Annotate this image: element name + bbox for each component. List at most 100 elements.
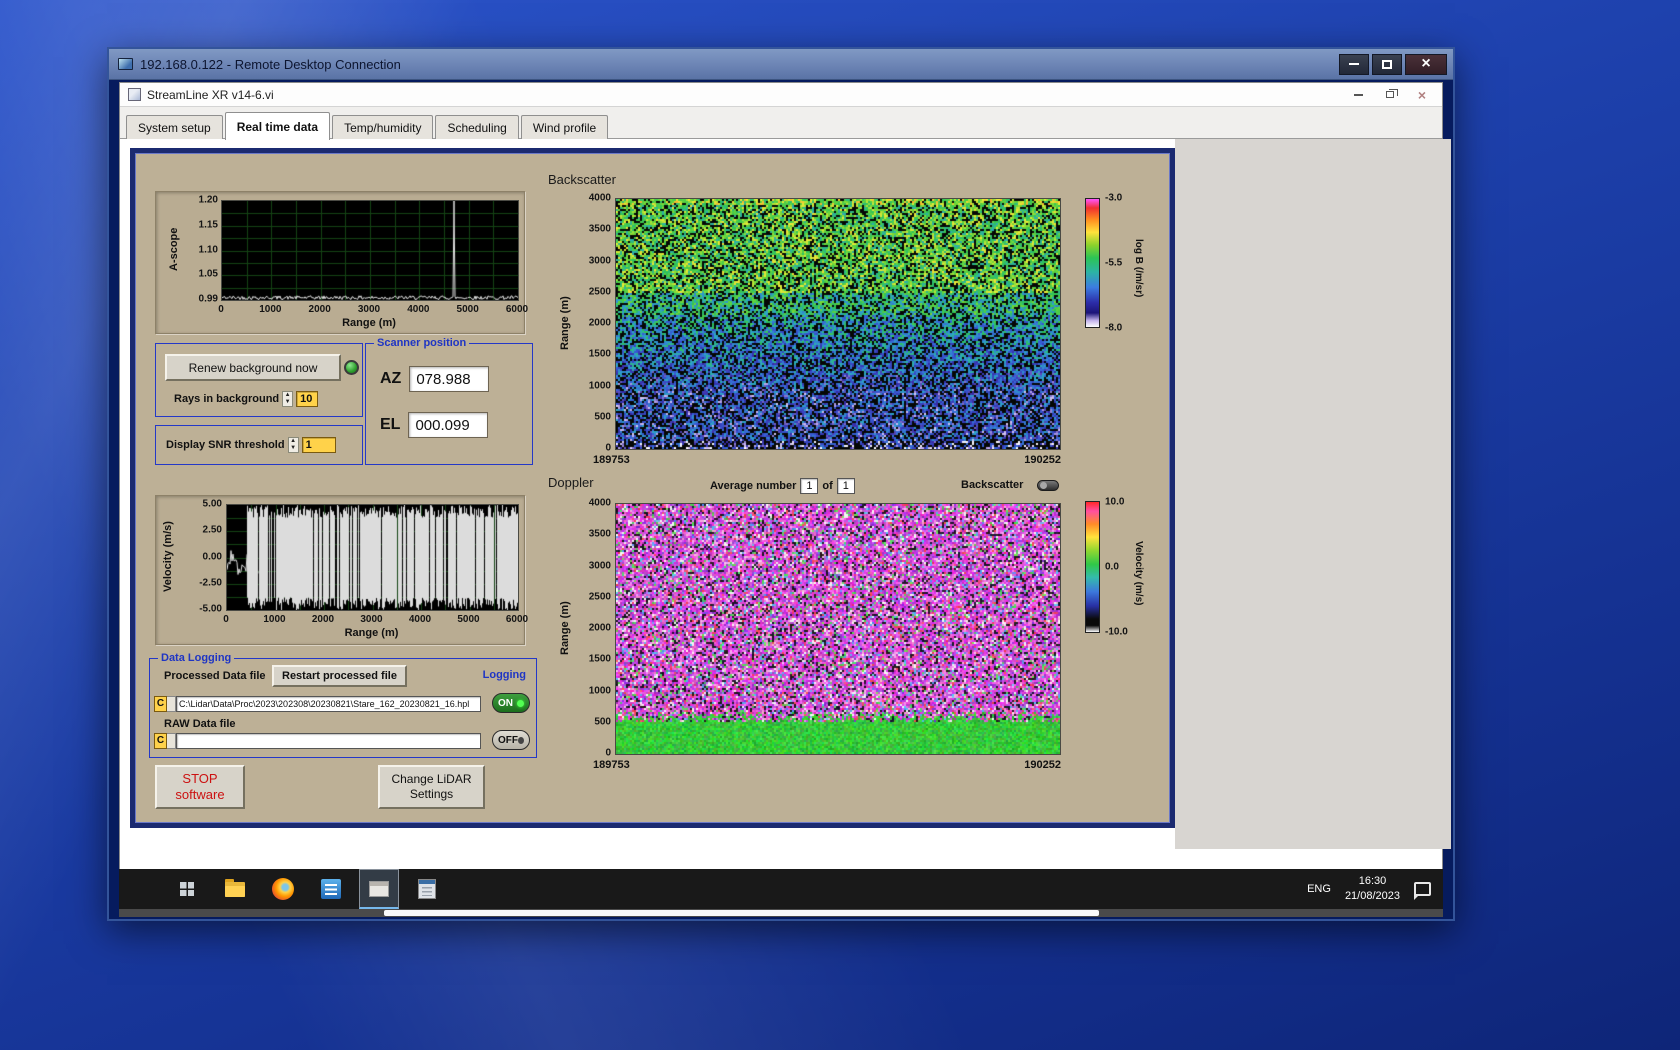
app-restore-button[interactable] [1376, 86, 1404, 104]
change-lidar-settings-button[interactable]: Change LiDAR Settings [378, 765, 485, 809]
tab-temp-humidity[interactable]: Temp/humidity [332, 115, 433, 139]
taskbar-tray: ENG 16:30 21/08/2023 [1307, 874, 1443, 904]
on-label: ON [498, 698, 513, 709]
firefox-icon [272, 878, 294, 900]
renew-background-button[interactable]: Renew background now [165, 354, 341, 381]
average-number-value[interactable]: 1 [800, 478, 818, 494]
snr-threshold-row: Display SNR threshold 1 [166, 437, 336, 453]
app-close-button[interactable] [1408, 86, 1436, 104]
backscatter-colorbar-label: log B (/m/sr) [1133, 198, 1144, 338]
stop-software-button[interactable]: STOP software [155, 765, 245, 809]
raw-browse-icon[interactable] [167, 733, 176, 749]
tab-wind-profile[interactable]: Wind profile [521, 115, 608, 139]
taskbar: ENG 16:30 21/08/2023 [119, 869, 1443, 909]
file-explorer-button[interactable] [215, 869, 255, 909]
rdp-window: 192.168.0.122 - Remote Desktop Connectio… [107, 47, 1455, 921]
raw-logging-toggle[interactable]: OFF [492, 730, 530, 750]
rdp-maximize-button[interactable] [1372, 54, 1402, 75]
average-total-value[interactable]: 1 [837, 478, 855, 494]
doppler-colorbar [1085, 501, 1100, 633]
tab-real-time-data[interactable]: Real time data [225, 112, 330, 140]
background-led [344, 360, 359, 375]
rdp-titlebar[interactable]: 192.168.0.122 - Remote Desktop Connectio… [109, 49, 1453, 80]
tab-scheduling[interactable]: Scheduling [435, 115, 518, 139]
scrollbar-thumb[interactable] [384, 910, 1099, 916]
app-titlebar[interactable]: StreamLine XR v14-6.vi [120, 83, 1442, 107]
scanner-position-group: Scanner position AZ 078.988 EL 000.099 [365, 343, 533, 465]
action-center-icon[interactable] [1414, 882, 1431, 896]
tab-strip: System setupReal time dataTemp/humidityS… [120, 107, 1442, 139]
backscatter-colorbar-ticks: -3.0-5.5-8.0 [1105, 198, 1135, 328]
decrement-icon [289, 445, 298, 452]
firefox-button[interactable] [263, 869, 303, 909]
blue-app-button[interactable] [311, 869, 351, 909]
average-of-label: of [822, 480, 832, 492]
ascope-x-ticks: 0100020003000400050006000 [221, 304, 517, 316]
velocity-y-axis-label: Velocity (m/s) [162, 504, 174, 609]
scan-schedules-button[interactable] [407, 869, 447, 909]
doppler-y-ticks: 40003500300025002000150010005000 [579, 503, 611, 753]
processed-logging-toggle[interactable]: ON [492, 693, 530, 713]
panel-gutter [1175, 139, 1451, 849]
processed-drive-box[interactable]: C [154, 696, 167, 712]
increment-icon [289, 438, 298, 445]
az-label: AZ [380, 370, 401, 388]
change-line1: Change LiDAR [391, 772, 471, 787]
data-logging-group: Data Logging Processed Data file Restart… [149, 658, 537, 758]
app-content: A-scope 1.201.151.101.050.99 01000200030… [120, 139, 1442, 871]
rdp-window-title: 192.168.0.122 - Remote Desktop Connectio… [140, 57, 401, 72]
stop-line2: software [175, 787, 224, 803]
rdp-window-controls [1336, 54, 1447, 75]
doppler-x-end: 190252 [1013, 759, 1061, 771]
taskbar-icons [167, 869, 447, 909]
azimuth-row: AZ 078.988 [380, 366, 489, 392]
velocity-plot [226, 504, 519, 611]
doppler-x-start: 189753 [593, 759, 630, 771]
backscatter-x-end: 190252 [1013, 454, 1061, 466]
restart-processed-file-button[interactable]: Restart processed file [272, 665, 407, 687]
processed-browse-icon[interactable] [167, 696, 176, 712]
tab-system-setup[interactable]: System setup [126, 115, 223, 139]
rdp-minimize-button[interactable] [1339, 54, 1369, 75]
decrement-icon [283, 399, 292, 406]
backscatter-switch-label: Backscatter [961, 479, 1023, 491]
processed-path-field[interactable]: C:\Lidar\Data\Proc\2023\202308\20230821\… [176, 696, 481, 712]
minimize-icon [1354, 94, 1363, 96]
front-panel: A-scope 1.201.151.101.050.99 01000200030… [130, 148, 1175, 828]
raw-drive-box[interactable]: C [154, 733, 167, 749]
app-window-controls [1344, 86, 1436, 104]
clock[interactable]: 16:30 21/08/2023 [1345, 874, 1400, 904]
rdp-close-button[interactable] [1405, 54, 1447, 75]
rdp-horizontal-scrollbar[interactable] [119, 909, 1443, 917]
backscatter-colorbar [1085, 198, 1100, 328]
doppler-y-axis-label: Range (m) [559, 503, 571, 753]
raw-path-field[interactable] [176, 733, 481, 749]
ascope-graph: A-scope 1.201.151.101.050.99 01000200030… [155, 191, 525, 334]
language-indicator[interactable]: ENG [1307, 883, 1331, 895]
clock-date: 21/08/2023 [1345, 889, 1400, 904]
increment-icon [283, 392, 292, 399]
doppler-title: Doppler [548, 475, 594, 490]
raw-data-file-label: RAW Data file [164, 718, 236, 730]
change-line2: Settings [410, 787, 453, 802]
ascope-y-axis-label: A-scope [168, 200, 180, 299]
snr-threshold-group: Display SNR threshold 1 [155, 425, 363, 465]
start-button[interactable] [167, 869, 207, 909]
streamline-taskbar-button[interactable] [359, 869, 399, 909]
velocity-graph: Velocity (m/s) 5.002.500.00-2.50-5.00 01… [155, 495, 525, 645]
snr-spinner[interactable] [288, 437, 299, 453]
logging-label: Logging [483, 669, 526, 681]
stop-line1: STOP [182, 771, 217, 787]
rays-spinner[interactable] [282, 391, 293, 407]
backscatter-switch[interactable] [1037, 480, 1059, 491]
rays-value[interactable]: 10 [296, 391, 318, 407]
streamline-app-window: StreamLine XR v14-6.vi System setupReal … [119, 82, 1443, 872]
doppler-heatmap [615, 503, 1061, 755]
snr-value[interactable]: 1 [302, 437, 336, 453]
backscatter-y-axis-label: Range (m) [559, 198, 571, 448]
app-minimize-button[interactable] [1344, 86, 1372, 104]
folder-icon [225, 882, 245, 897]
velocity-x-axis-label: Range (m) [226, 627, 517, 639]
velocity-y-ticks: 5.002.500.00-2.50-5.00 [184, 504, 222, 609]
raw-path-row: C [154, 733, 481, 749]
